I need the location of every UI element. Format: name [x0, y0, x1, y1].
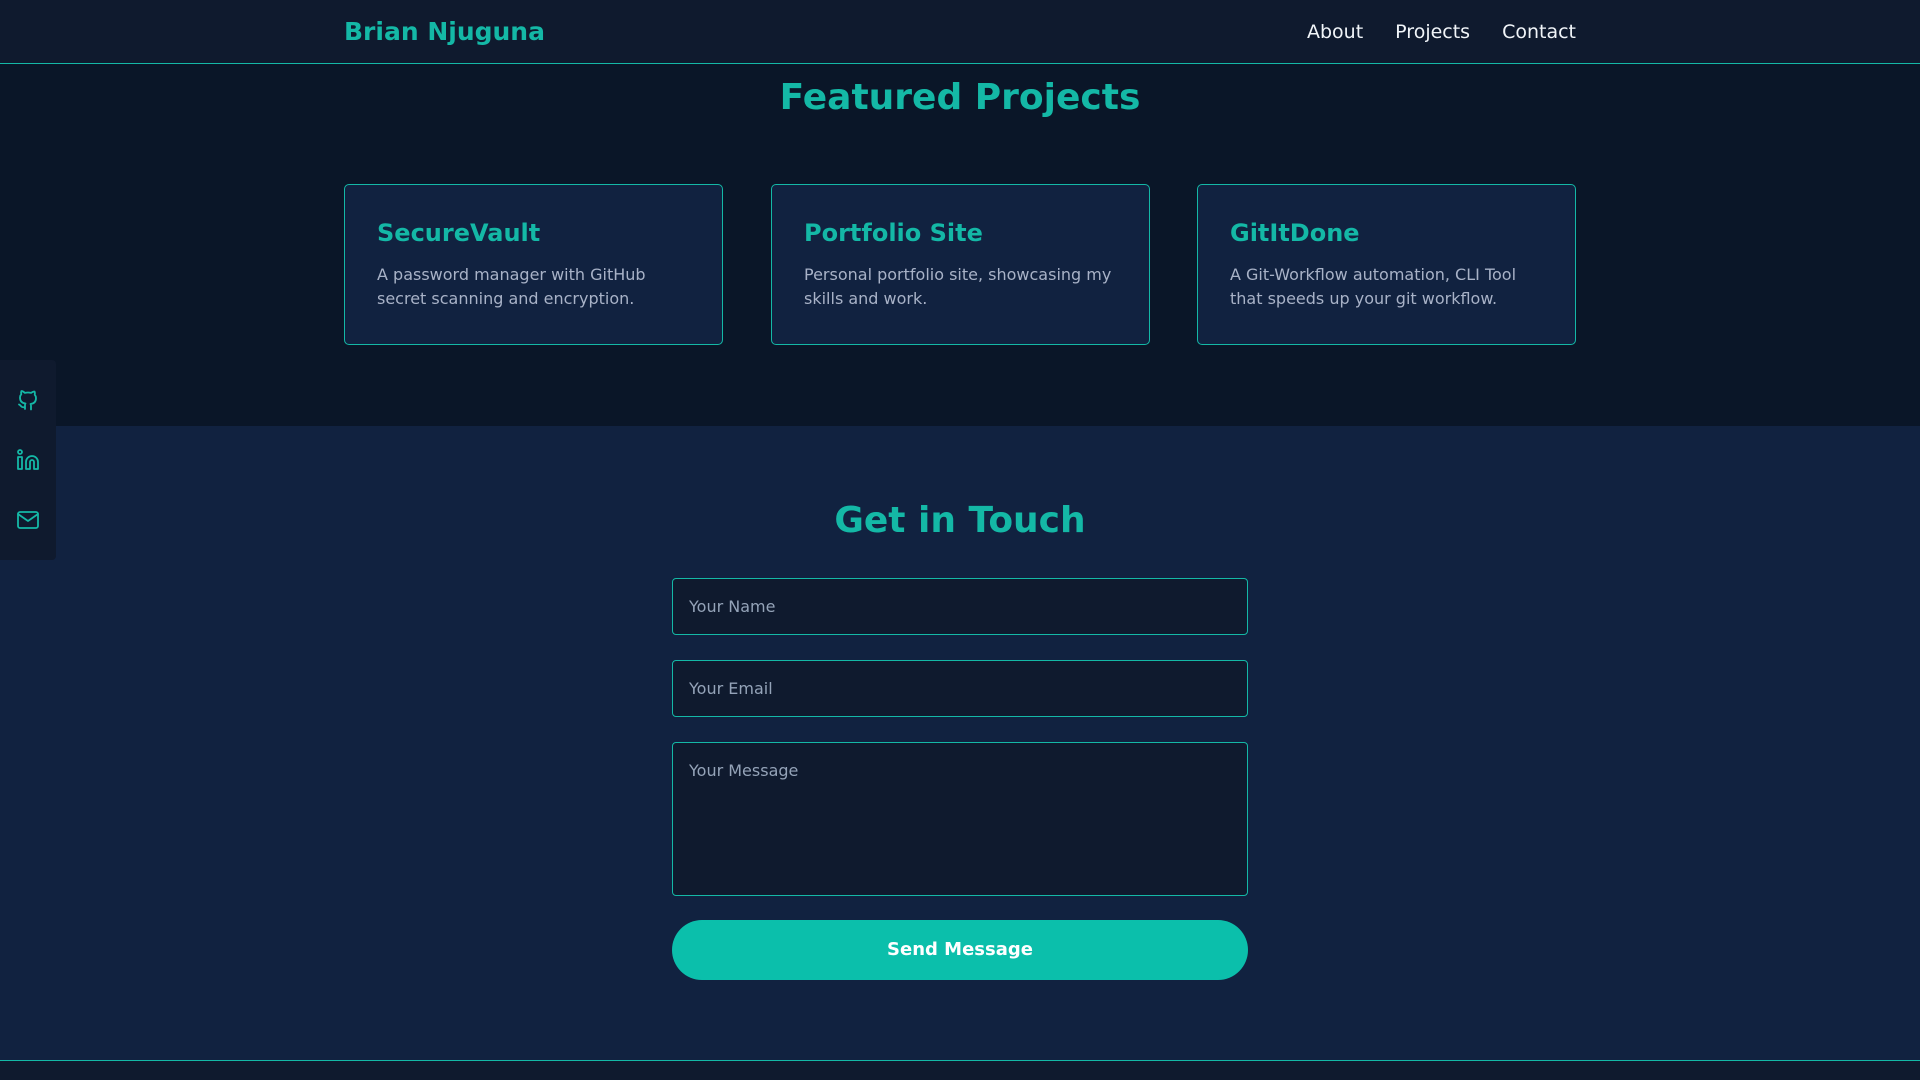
site-footer — [0, 1060, 1920, 1080]
brand-logo[interactable]: Brian Njuguna — [344, 0, 545, 64]
page: Brian Njuguna About Projects Contact Fea… — [0, 0, 1920, 1080]
project-card-description: Personal portfolio site, showcasing my s… — [804, 265, 1112, 308]
nav-contact-link[interactable]: Contact — [1502, 21, 1576, 43]
nav-projects-link[interactable]: Projects — [1395, 21, 1470, 43]
social-sidebar — [0, 360, 56, 560]
email-input[interactable]: Your Email — [672, 660, 1248, 717]
projects-heading: Featured Projects — [779, 77, 1141, 118]
project-card-description: A password manager with GitHub secret sc… — [377, 265, 646, 308]
project-card-title: Portfolio Site — [804, 219, 983, 247]
nav-about-link[interactable]: About — [1307, 21, 1363, 43]
linkedin-icon[interactable] — [14, 446, 42, 474]
send-message-button[interactable]: Send Message — [672, 920, 1248, 980]
project-card-securevault[interactable]: SecureVault A password manager with GitH… — [344, 184, 723, 345]
site-header: Brian Njuguna About Projects Contact — [0, 0, 1920, 64]
project-card-portfolio-site[interactable]: Portfolio Site Personal portfolio site, … — [771, 184, 1150, 345]
projects-section: Featured Projects SecureVault A password… — [0, 65, 1920, 426]
github-icon[interactable] — [14, 386, 42, 414]
project-card-gititdone[interactable]: GitItDone A Git-Workflow automation, CLI… — [1197, 184, 1576, 345]
project-card-description: A Git-Workflow automation, CLI Tool that… — [1230, 265, 1517, 308]
contact-section: Get in Touch Your Name Your Email Your M… — [0, 426, 1920, 1060]
mail-icon[interactable] — [14, 506, 42, 534]
main-nav: About Projects Contact — [1307, 0, 1576, 64]
project-card-title: SecureVault — [377, 219, 541, 247]
contact-heading: Get in Touch — [834, 500, 1086, 541]
name-input[interactable]: Your Name — [672, 578, 1248, 635]
message-textarea[interactable]: Your Message — [672, 742, 1248, 896]
project-card-title: GitItDone — [1230, 219, 1360, 247]
